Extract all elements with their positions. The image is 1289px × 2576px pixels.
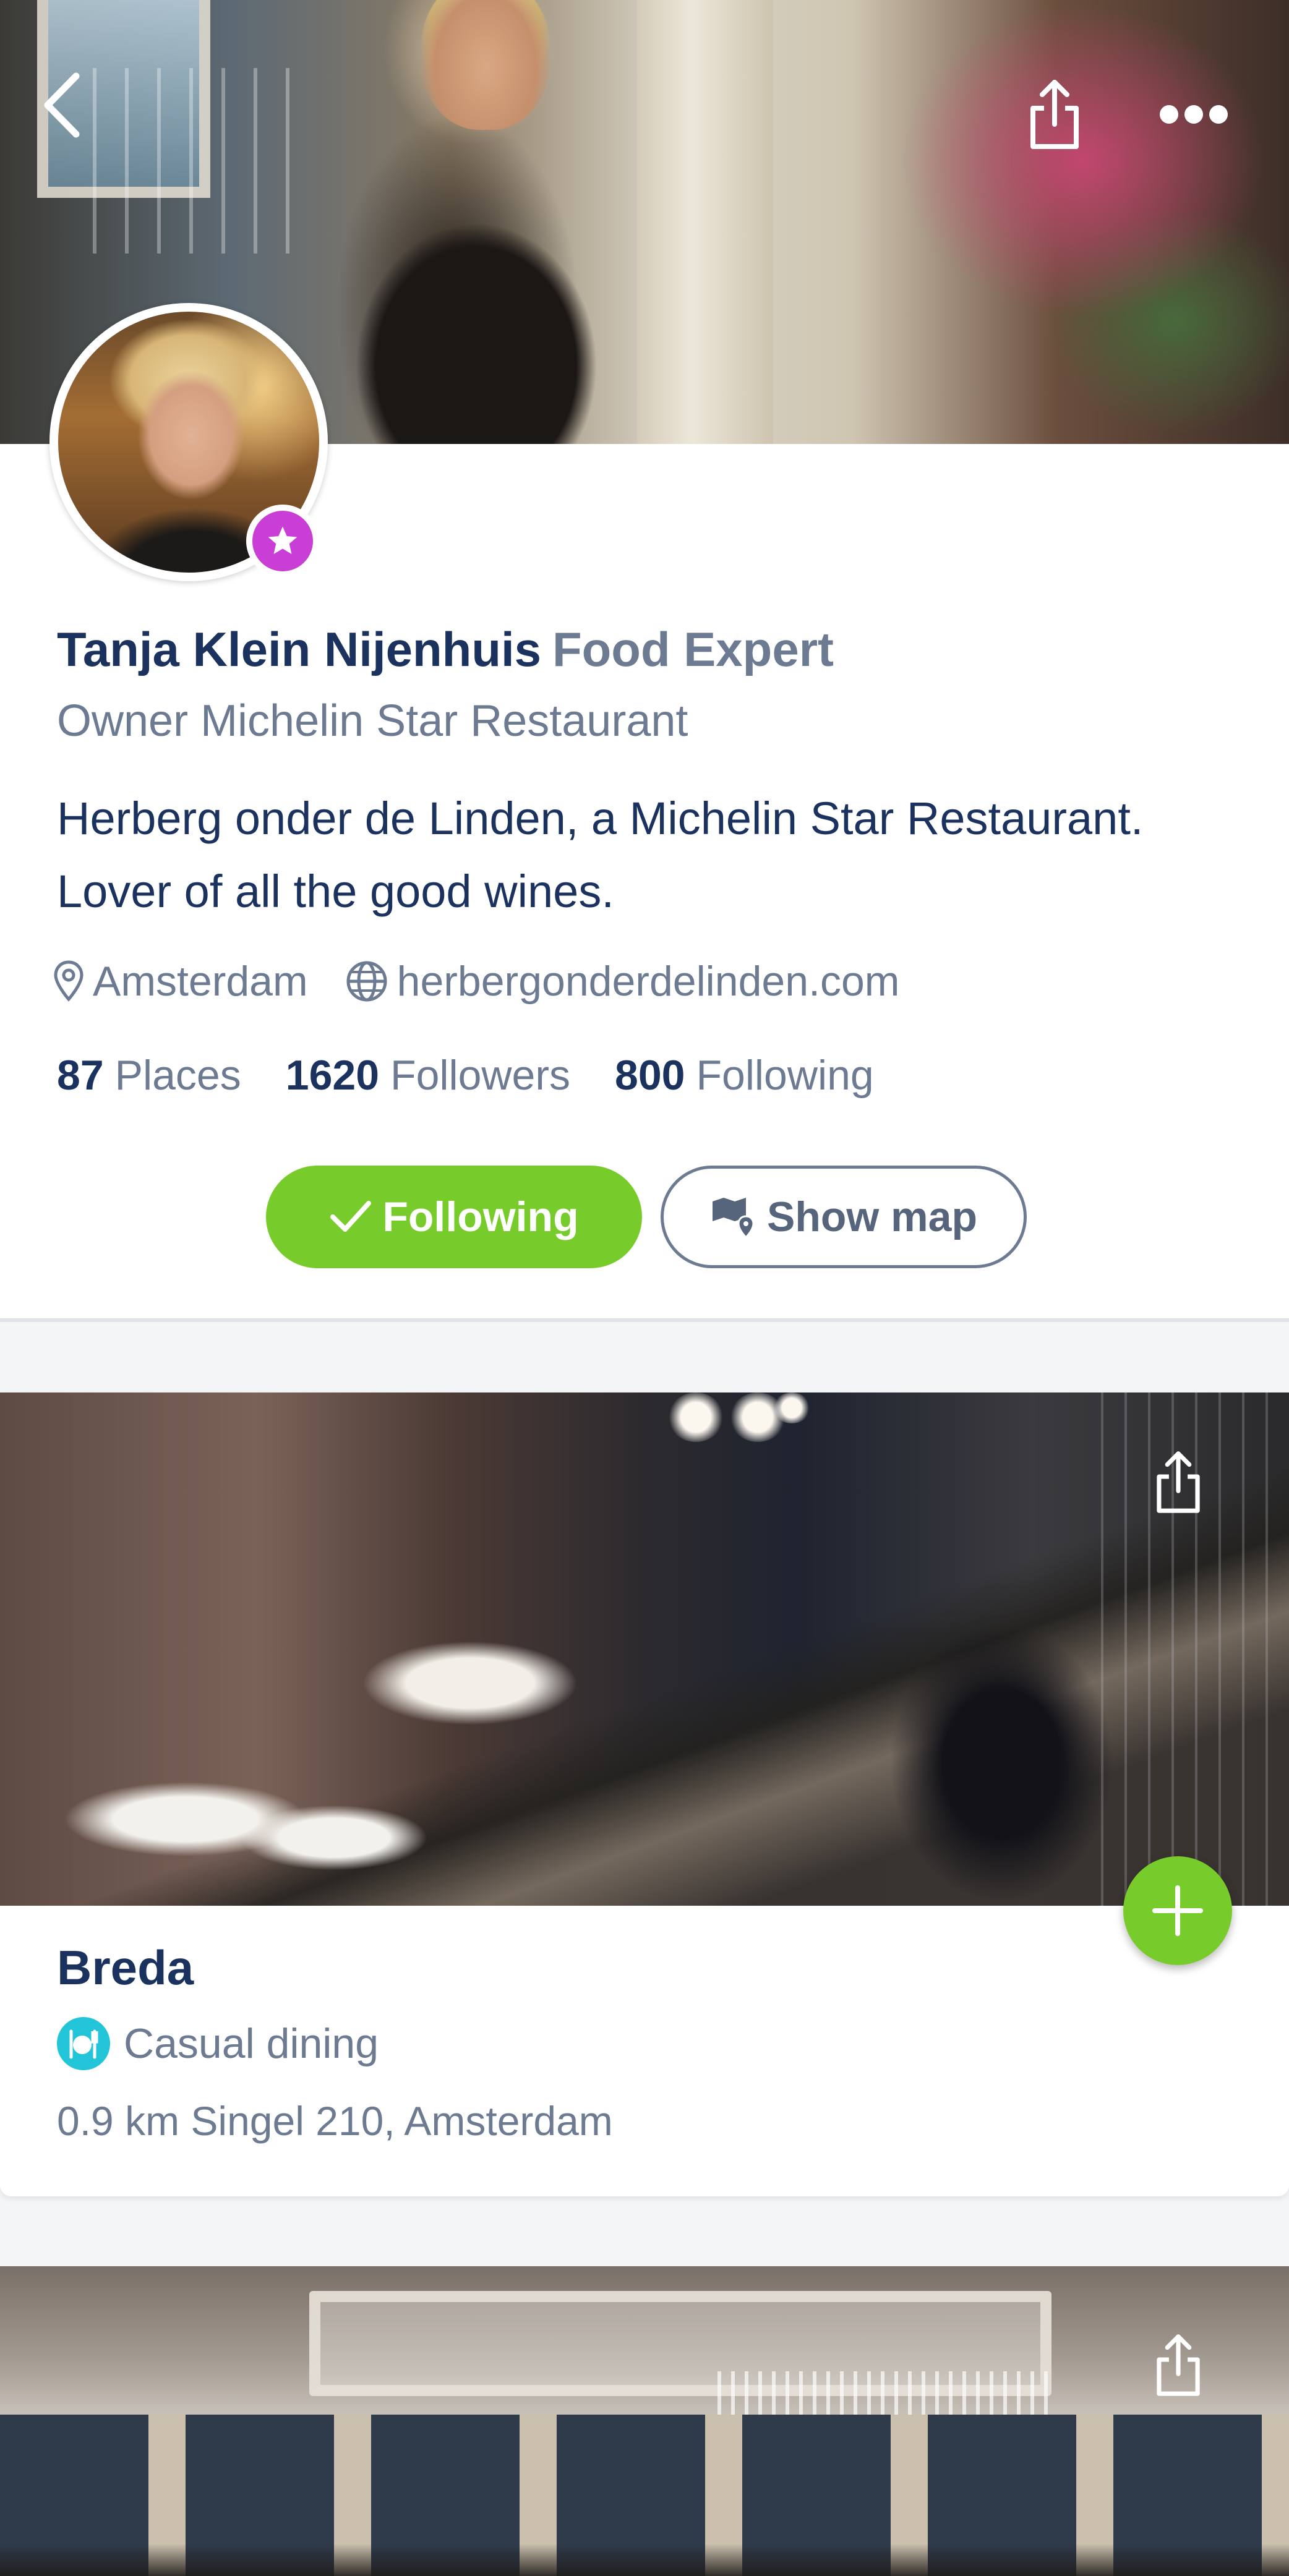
- cover-person-head: [421, 0, 550, 130]
- stat-places[interactable]: 87 Places: [57, 1051, 241, 1099]
- website-link[interactable]: herbergonderdelinden.com: [397, 957, 900, 1005]
- location-pin-icon: [54, 960, 84, 1002]
- plus-icon: [1152, 1885, 1203, 1936]
- location-item: Amsterdam: [53, 957, 308, 1005]
- stat-value: 87: [57, 1052, 104, 1099]
- place-name[interactable]: Breda: [57, 1940, 194, 1996]
- place-address: 0.9 km Singel 210, Amsterdam: [57, 2098, 613, 2144]
- more-icon: [1160, 105, 1228, 124]
- ceiling-lamp: [773, 1392, 810, 1423]
- profile-heading: Tanja Klein Nijenhuis Food Expert: [57, 621, 834, 678]
- star-icon: [268, 526, 298, 554]
- following-button[interactable]: Following: [266, 1166, 642, 1268]
- share-icon: [1157, 2334, 1200, 2396]
- ceiling-lamp: [668, 1392, 724, 1442]
- food-expert-badge: [246, 505, 319, 578]
- location-text: Amsterdam: [93, 958, 308, 1005]
- map-icon: [712, 1198, 755, 1239]
- cover-door: [637, 0, 773, 444]
- share-place-button[interactable]: [1144, 2325, 1212, 2405]
- cover-person: [309, 124, 643, 444]
- share-profile-button[interactable]: [1014, 71, 1095, 158]
- share-icon: [1157, 1451, 1200, 1513]
- cutlery-icon: [57, 2017, 110, 2070]
- profile-meta: Amsterdam herbergonderdelinden.com: [53, 957, 899, 1005]
- stat-value: 1620: [285, 1052, 380, 1099]
- profile-name: Tanja Klein Nijenhuis: [57, 622, 542, 676]
- stat-label: Following: [696, 1052, 874, 1099]
- check-icon: [330, 1201, 372, 1232]
- more-options-button[interactable]: [1150, 87, 1237, 142]
- show-map-label: Show map: [766, 1193, 978, 1240]
- add-place-button[interactable]: [1123, 1856, 1232, 1965]
- following-button-label: Following: [382, 1193, 579, 1240]
- share-place-button[interactable]: [1144, 1442, 1212, 1522]
- place-card-2[interactable]: [0, 2266, 1289, 2576]
- chevron-left-icon: [44, 72, 80, 138]
- globe-icon: [346, 961, 387, 1002]
- stat-label: Places: [114, 1052, 241, 1099]
- profile-role: Food Expert: [552, 622, 834, 676]
- website-item[interactable]: herbergonderdelinden.com: [345, 957, 900, 1005]
- back-button[interactable]: [25, 62, 99, 148]
- stat-following[interactable]: 800 Following: [615, 1051, 874, 1099]
- profile-subtitle: Owner Michelin Star Restaurant: [57, 696, 688, 746]
- stat-label: Followers: [390, 1052, 570, 1099]
- restaurant-windows: [0, 2415, 1289, 2576]
- place-type-label: Casual dining: [124, 2020, 379, 2067]
- stat-value: 800: [615, 1052, 685, 1099]
- place-photo[interactable]: [0, 1392, 1289, 1906]
- profile-stats: 87 Places 1620 Followers 800 Following: [57, 1051, 874, 1099]
- share-icon: [1030, 80, 1079, 149]
- place-card[interactable]: Breda Casual dining 0.9 km Singel 210, A…: [0, 1392, 1289, 2196]
- place-type: Casual dining: [57, 2017, 379, 2070]
- profile-bio: Herberg onder de Linden, a Michelin Star…: [57, 793, 1144, 917]
- show-map-button[interactable]: Show map: [661, 1166, 1027, 1268]
- stat-followers[interactable]: 1620 Followers: [286, 1051, 570, 1099]
- cover-wine-glasses: [93, 68, 315, 254]
